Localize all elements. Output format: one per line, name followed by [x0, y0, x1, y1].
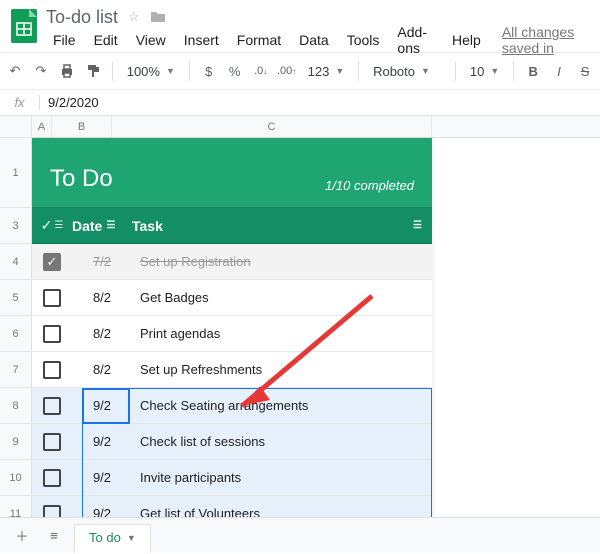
redo-icon[interactable]: ↷ — [30, 58, 52, 84]
font-family-dropdown[interactable]: Roboto ▼ — [367, 64, 447, 79]
sheets-app-icon[interactable] — [8, 6, 40, 46]
task-text[interactable]: Check list of sessions — [132, 434, 432, 449]
menu-data[interactable]: Data — [292, 30, 336, 50]
task-date[interactable]: 9/2 — [72, 470, 132, 485]
task-checkbox[interactable] — [43, 397, 61, 415]
task-date[interactable]: 8/2 — [72, 290, 132, 305]
task-checkbox[interactable] — [43, 289, 61, 307]
document-title[interactable]: To-do list — [46, 7, 118, 28]
col-header[interactable]: B — [52, 116, 112, 137]
row-header[interactable]: 6 — [0, 316, 31, 352]
task-row[interactable]: 9/2 Check list of sessions — [32, 424, 432, 460]
row-header[interactable]: 9 — [0, 424, 31, 460]
filter-icon: ☰ — [54, 220, 63, 231]
header-task-col[interactable]: Task☰ — [132, 218, 432, 234]
number-format-dropdown[interactable]: 123▼ — [302, 64, 351, 79]
row-header[interactable]: 1 — [0, 138, 31, 208]
task-row[interactable]: 9/2 Invite participants — [32, 460, 432, 496]
decrease-decimal-button[interactable]: .0↓ — [250, 58, 272, 84]
task-row[interactable]: 9/2 Check Seating arrangements — [32, 388, 432, 424]
menu-help[interactable]: Help — [445, 30, 488, 50]
row-header[interactable]: 3 — [0, 208, 31, 244]
paint-format-icon[interactable] — [82, 58, 104, 84]
row-header[interactable]: 8 — [0, 388, 31, 424]
task-checkbox[interactable] — [43, 325, 61, 343]
strikethrough-button[interactable]: S — [574, 58, 596, 84]
toolbar: ↶ ↷ 100%▼ $ % .0↓ .00↑ 123▼ Roboto▼ 10▼ … — [0, 52, 600, 90]
menu-format[interactable]: Format — [230, 30, 288, 50]
filter-icon: ☰ — [106, 220, 115, 231]
header-date-col[interactable]: Date☰ — [72, 218, 132, 234]
add-sheet-icon[interactable]: ＋ — [10, 524, 34, 548]
menu-view[interactable]: View — [129, 30, 173, 50]
menu-insert[interactable]: Insert — [177, 30, 226, 50]
chevron-down-icon: ▼ — [421, 66, 430, 76]
select-all-corner[interactable] — [0, 116, 31, 138]
task-text[interactable]: Invite participants — [132, 470, 432, 485]
menu-tools[interactable]: Tools — [340, 30, 387, 50]
format-percent-button[interactable]: % — [224, 58, 246, 84]
task-checkbox[interactable] — [43, 433, 61, 451]
chevron-down-icon: ▼ — [335, 66, 344, 76]
font-size-value: 10 — [470, 64, 484, 79]
zoom-dropdown[interactable]: 100% ▼ — [121, 64, 181, 79]
print-icon[interactable] — [56, 58, 78, 84]
sheet-tab[interactable]: To do ▼ — [74, 524, 151, 554]
increase-decimal-button[interactable]: .00↑ — [276, 58, 298, 84]
task-text[interactable]: Print agendas — [132, 326, 432, 341]
task-date[interactable]: 8/2 — [72, 362, 132, 377]
bold-button[interactable]: B — [522, 58, 544, 84]
font-family-value: Roboto — [373, 64, 415, 79]
zoom-value: 100% — [127, 64, 160, 79]
filter-icon: ☰ — [413, 220, 422, 231]
chevron-down-icon: ▼ — [490, 66, 499, 76]
row-header[interactable]: 10 — [0, 460, 31, 496]
page-title: To Do — [50, 165, 113, 193]
font-size-dropdown[interactable]: 10 ▼ — [464, 64, 505, 79]
task-date[interactable]: 9/2 — [72, 434, 132, 449]
task-text[interactable]: Set up Registration — [132, 254, 432, 269]
formula-bar-input[interactable]: 9/2/2020 — [40, 95, 99, 110]
chevron-down-icon: ▼ — [127, 533, 136, 543]
task-row[interactable]: 8/2 Print agendas — [32, 316, 432, 352]
col-header[interactable]: C — [112, 116, 432, 137]
task-date[interactable]: 8/2 — [72, 326, 132, 341]
save-status[interactable]: All changes saved in — [502, 24, 592, 56]
row-header[interactable]: 5 — [0, 280, 31, 316]
menu-file[interactable]: File — [46, 30, 83, 50]
task-date[interactable]: 7/2 — [72, 254, 132, 269]
col-header[interactable]: A — [32, 116, 52, 137]
completion-status: 1/10 completed — [325, 178, 414, 193]
star-icon[interactable]: ☆ — [128, 9, 140, 25]
task-row[interactable]: ✓ 7/2 Set up Registration — [32, 244, 432, 280]
all-sheets-icon[interactable]: ≡ — [42, 524, 66, 548]
chevron-down-icon: ▼ — [166, 66, 175, 76]
menu-edit[interactable]: Edit — [87, 30, 125, 50]
menu-bar: File Edit View Insert Format Data Tools … — [46, 28, 592, 52]
task-row[interactable]: 8/2 Set up Refreshments — [32, 352, 432, 388]
menu-addons[interactable]: Add-ons — [390, 22, 441, 58]
task-text[interactable]: Set up Refreshments — [132, 362, 432, 377]
italic-button[interactable]: I — [548, 58, 570, 84]
task-checkbox[interactable] — [43, 469, 61, 487]
task-text[interactable]: Check Seating arrangements — [132, 398, 432, 413]
task-row[interactable]: 8/2 Get Badges — [32, 280, 432, 316]
header-check-col[interactable]: ✓☰ — [32, 217, 72, 234]
task-checkbox[interactable]: ✓ — [43, 253, 61, 271]
task-text[interactable]: Get Badges — [132, 290, 432, 305]
sheet-tab-label: To do — [89, 530, 121, 545]
row-header[interactable]: 4 — [0, 244, 31, 280]
row-header[interactable]: 7 — [0, 352, 31, 388]
fx-label: fx — [0, 95, 40, 110]
folder-icon[interactable] — [150, 9, 166, 26]
task-checkbox[interactable] — [43, 361, 61, 379]
format-currency-button[interactable]: $ — [198, 58, 220, 84]
task-date[interactable]: 9/2 — [72, 398, 132, 413]
undo-icon[interactable]: ↶ — [4, 58, 26, 84]
